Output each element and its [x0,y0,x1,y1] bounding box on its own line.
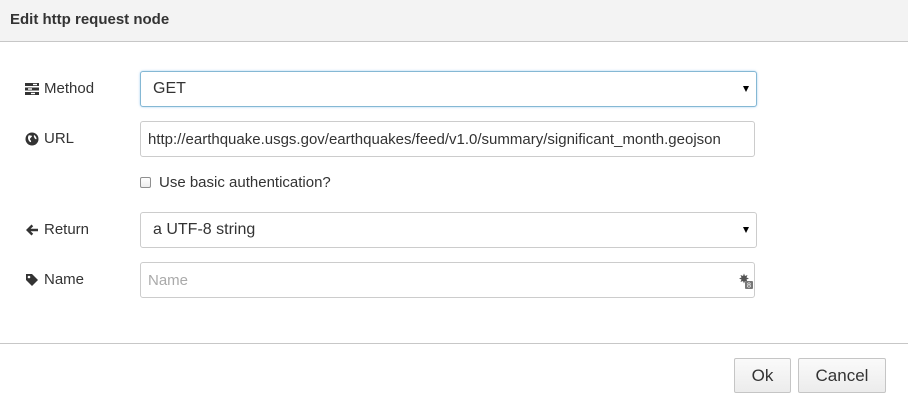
ok-button[interactable]: Ok [734,358,791,393]
dialog-title: Edit http request node [10,11,170,28]
cancel-button[interactable]: Cancel [798,358,886,393]
basic-auth-label[interactable]: Use basic authentication? [159,174,331,191]
method-select[interactable]: GET [140,71,757,107]
basic-auth-row: Use basic authentication? [140,174,331,191]
edit-node-dialog: Edit http request node Method GET URL Us… [0,0,908,406]
url-label-text: URL [44,130,75,147]
return-label: Return [25,221,89,238]
name-label: Name [25,271,84,288]
return-label-text: Return [44,221,90,238]
dialog-titlebar: Edit http request node [0,0,908,42]
name-label-text: Name [44,271,85,288]
method-label-text: Method [44,80,95,97]
return-select-value: a UTF-8 string [153,221,256,238]
basic-auth-checkbox[interactable] [140,177,151,188]
tag-icon [26,273,38,286]
url-label: URL [25,130,74,147]
return-select[interactable]: a UTF-8 string [140,212,757,248]
method-label: Method [25,80,94,97]
svg-text:8: 8 [747,282,751,290]
globe-icon [25,132,39,145]
chevron-down-icon [743,227,749,233]
name-field: 8 [140,262,755,298]
url-field [140,121,755,157]
tasks-icon [25,82,39,95]
name-input[interactable] [141,263,754,297]
arrow-left-icon [26,224,38,235]
method-select-value: GET [153,80,186,97]
language-icon[interactable]: 8 [737,273,753,289]
url-input[interactable] [141,122,754,156]
footer-divider [0,343,908,344]
chevron-down-icon [743,86,749,92]
